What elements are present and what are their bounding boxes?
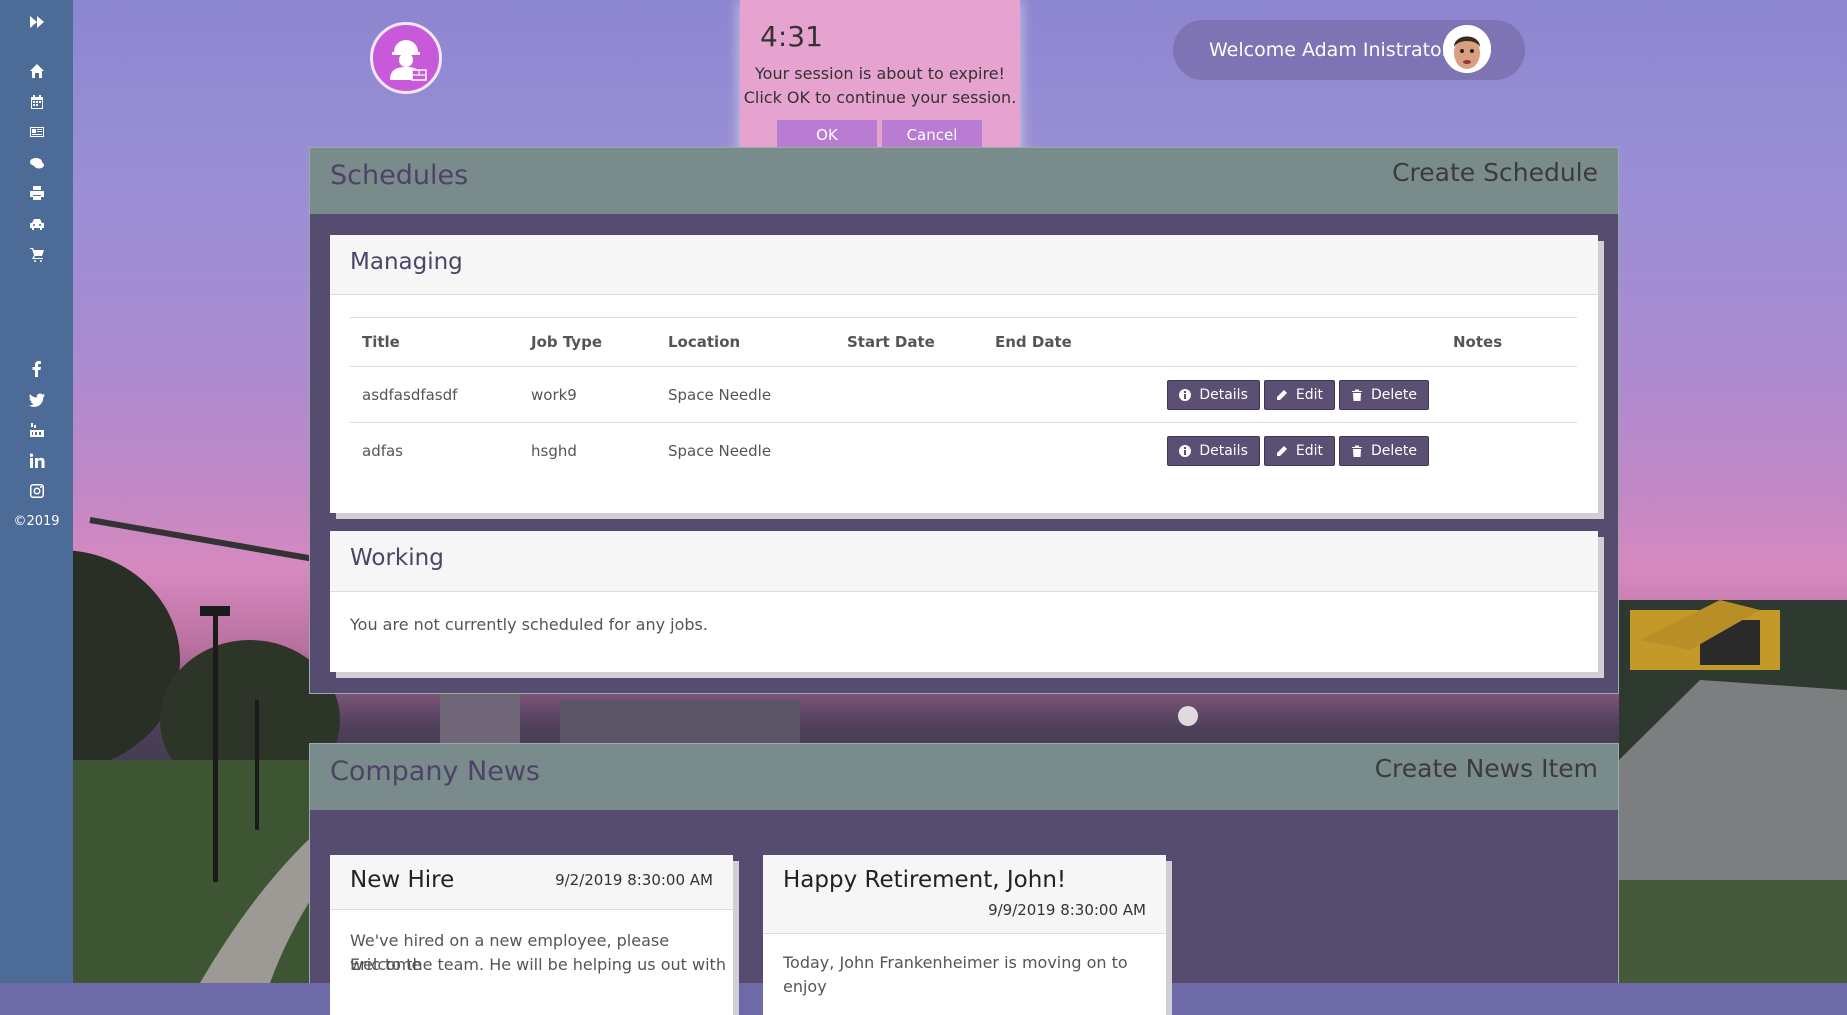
news-item-body-line1: Today, John Frankenheimer is moving on t… — [783, 953, 1128, 996]
working-title: Working — [350, 545, 444, 571]
table-row: adfas hsghd Space Needle Details Edit Dele… — [350, 422, 1577, 478]
details-label: Details — [1199, 386, 1248, 403]
news-icon[interactable] — [0, 119, 73, 145]
news-card-header: New Hire 9/2/2019 8:30:00 AM — [330, 855, 733, 910]
details-button[interactable]: Details — [1167, 435, 1260, 466]
column-header-notes: Notes — [1441, 317, 1577, 367]
copyright-text: ©2019 — [13, 514, 60, 529]
cancel-button[interactable]: Cancel — [882, 120, 982, 150]
pencil-icon — [1276, 389, 1287, 400]
cell-location: Space Needle — [656, 366, 835, 423]
edit-button[interactable]: Edit — [1263, 379, 1335, 410]
session-timer: 4:31 — [760, 20, 823, 53]
news-item-date: 9/2/2019 8:30:00 AM — [555, 871, 713, 889]
youtube-icon[interactable] — [0, 417, 73, 443]
schedules-header: Schedules Create Schedule — [310, 148, 1618, 214]
cell-end-date — [983, 366, 1107, 423]
details-label: Details — [1199, 442, 1248, 459]
cell-end-date — [983, 422, 1107, 478]
session-message-line2: Click OK to continue your session. — [743, 88, 1017, 107]
create-schedule-link[interactable]: Create Schedule — [1392, 158, 1598, 187]
twitter-icon[interactable] — [0, 387, 73, 413]
cell-notes — [1441, 422, 1577, 478]
trash-icon — [1352, 389, 1362, 401]
home-icon[interactable] — [0, 58, 73, 84]
column-header-start-date: Start Date — [835, 317, 983, 367]
edit-label: Edit — [1295, 386, 1323, 403]
ok-button[interactable]: OK — [777, 120, 877, 150]
column-header-title: Title — [350, 317, 519, 367]
print-icon[interactable] — [0, 180, 73, 206]
working-card-header: Working — [330, 531, 1598, 592]
news-item-date: 9/9/2019 8:30:00 AM — [988, 901, 1146, 919]
column-header-actions — [1107, 317, 1441, 367]
cell-actions: Details Edit Delete — [1107, 422, 1441, 478]
details-button[interactable]: Details — [1167, 379, 1260, 410]
news-item-title: New Hire — [350, 867, 455, 893]
create-news-item-link[interactable]: Create News Item — [1375, 754, 1598, 783]
welcome-text: Welcome Adam Inistrator — [1209, 39, 1450, 61]
delete-label: Delete — [1371, 442, 1417, 459]
news-card-header: Happy Retirement, John! 9/9/2019 8:30:00… — [763, 855, 1166, 934]
schedules-section: Schedules Create Schedule Managing Title… — [309, 147, 1619, 694]
instagram-icon[interactable] — [0, 478, 73, 504]
company-news-section: Company News Create News Item New Hire 9… — [309, 743, 1619, 1015]
cell-notes — [1441, 366, 1577, 423]
news-section-title: Company News — [330, 756, 540, 787]
session-expire-dialog: 4:31 Your session is about to expire! Cl… — [740, 0, 1020, 164]
cell-start-date — [835, 366, 983, 423]
cell-actions: Details Edit Delete — [1107, 366, 1441, 423]
edit-label: Edit — [1295, 442, 1323, 459]
table-header-row: Title Job Type Location Start Date End D… — [350, 317, 1577, 367]
facebook-icon[interactable] — [0, 356, 73, 382]
column-header-location: Location — [656, 317, 835, 367]
managing-table: Title Job Type Location Start Date End D… — [350, 317, 1577, 478]
managing-card: Managing Title Job Type Location Start D… — [330, 235, 1598, 513]
news-card[interactable]: New Hire 9/2/2019 8:30:00 AM We've hired… — [330, 855, 733, 1015]
linkedin-icon[interactable] — [0, 448, 73, 474]
user-welcome-pill[interactable]: Welcome Adam Inistrator — [1173, 20, 1525, 80]
sidebar: ©2019 — [0, 0, 73, 983]
delete-button[interactable]: Delete — [1339, 435, 1429, 466]
working-empty-message: You are not currently scheduled for any … — [350, 615, 708, 634]
cell-title: adfas — [350, 422, 519, 478]
column-header-job-type: Job Type — [519, 317, 656, 367]
chat-icon[interactable] — [0, 150, 73, 176]
calendar-icon[interactable] — [0, 89, 73, 115]
construction-worker-icon — [390, 40, 427, 81]
managing-card-header: Managing — [330, 235, 1598, 295]
car-icon[interactable] — [0, 211, 73, 237]
working-card: Working You are not currently scheduled … — [330, 531, 1598, 672]
news-item-title: Happy Retirement, John! — [783, 867, 1067, 893]
news-item-body-line2: Eric to the team. He will be helping us … — [350, 955, 726, 974]
cart-icon[interactable] — [0, 241, 73, 267]
info-icon — [1179, 388, 1192, 401]
news-header: Company News Create News Item — [310, 744, 1618, 810]
column-header-end-date: End Date — [983, 317, 1107, 367]
delete-label: Delete — [1371, 386, 1417, 403]
delete-button[interactable]: Delete — [1339, 379, 1429, 410]
session-message-line1: Your session is about to expire! — [755, 64, 1005, 83]
trash-icon — [1352, 445, 1362, 457]
news-card[interactable]: Happy Retirement, John! 9/9/2019 8:30:00… — [763, 855, 1166, 1015]
cell-job-type: hsghd — [519, 422, 656, 478]
app-logo[interactable] — [370, 22, 442, 94]
schedules-title: Schedules — [330, 160, 469, 191]
expand-icon[interactable] — [0, 9, 73, 35]
cell-title: asdfasdfasdf — [350, 366, 519, 423]
cell-job-type: work9 — [519, 366, 656, 423]
table-row: asdfasdfasdf work9 Space Needle Details E… — [350, 366, 1577, 423]
managing-title: Managing — [350, 249, 463, 275]
edit-button[interactable]: Edit — [1263, 435, 1335, 466]
cell-start-date — [835, 422, 983, 478]
pencil-icon — [1276, 445, 1287, 456]
cell-location: Space Needle — [656, 422, 835, 478]
info-icon — [1179, 444, 1192, 457]
user-avatar[interactable] — [1443, 25, 1491, 73]
